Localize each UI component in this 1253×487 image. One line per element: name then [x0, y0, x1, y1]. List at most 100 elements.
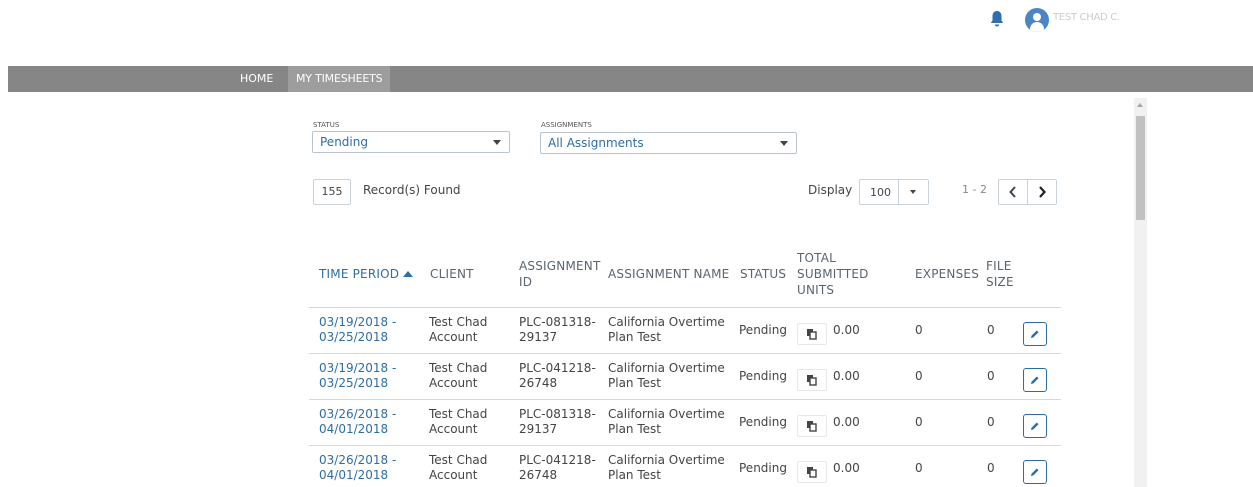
- client-line-2: Account: [429, 376, 478, 390]
- column-header-time-period[interactable]: TIME PERIOD: [319, 266, 414, 282]
- nav-home[interactable]: HOME: [240, 66, 273, 92]
- assignment-id-cell: PLC-041218- 26748: [519, 361, 596, 391]
- status-select[interactable]: Pending: [312, 131, 510, 153]
- bell-icon[interactable]: [989, 10, 1005, 28]
- assignment-name-cell: California Overtime Plan Test: [608, 407, 725, 437]
- main-nav: HOME MY TIMESHEETS: [8, 66, 1253, 92]
- status-select-value: Pending: [320, 135, 368, 149]
- edit-button[interactable]: [1023, 322, 1047, 346]
- period-start: 03/19/2018 -: [319, 315, 397, 329]
- assignment-id-line-1: PLC-041218-: [519, 361, 596, 375]
- chevron-left-icon: [1009, 186, 1016, 198]
- assignment-id-cell: PLC-041218- 26748: [519, 453, 596, 483]
- copy-units-button[interactable]: [797, 369, 827, 391]
- column-header-client[interactable]: CLIENT: [430, 266, 474, 282]
- assignment-name-line-1: California Overtime: [608, 315, 725, 329]
- expenses-cell: 0: [915, 323, 923, 337]
- table-row: 03/26/2018 -04/01/2018 Test Chad Account …: [309, 399, 1061, 445]
- period-end: 04/01/2018: [319, 468, 389, 482]
- file-size-cell: 0: [987, 369, 995, 383]
- time-period-link[interactable]: 03/19/2018 -03/25/2018: [319, 315, 396, 345]
- copy-units-button[interactable]: [797, 323, 827, 345]
- period-start: 03/19/2018 -: [319, 361, 397, 375]
- client-line-2: Account: [429, 468, 478, 482]
- column-header-time-period-label: TIME PERIOD: [319, 267, 400, 281]
- status-cell: Pending: [739, 369, 787, 383]
- client-line-1: Test Chad: [429, 315, 488, 329]
- table-row: 03/26/2018 -04/01/2018 Test Chad Account …: [309, 445, 1061, 487]
- assignment-id-line-1: PLC-081318-: [519, 315, 596, 329]
- assignment-id-cell: PLC-081318- 29137: [519, 315, 596, 345]
- column-header-assignment-id[interactable]: ASSIGNMENT ID: [519, 258, 601, 290]
- table-row: 03/19/2018 -03/25/2018 Test Chad Account …: [309, 353, 1061, 399]
- time-period-link[interactable]: 03/26/2018 -04/01/2018: [319, 407, 396, 437]
- assignment-name-line-2: Plan Test: [608, 422, 661, 436]
- pencil-icon: [1031, 422, 1039, 430]
- assignments-select[interactable]: All Assignments: [540, 132, 797, 154]
- nav-my-timesheets[interactable]: MY TIMESHEETS: [288, 66, 391, 92]
- period-start: 03/26/2018 -: [319, 407, 397, 421]
- assignment-id-line-1: PLC-081318-: [519, 407, 596, 421]
- top-header: TEST CHAD C.: [0, 0, 1253, 66]
- units-cell: 0.00: [833, 415, 860, 429]
- assignment-id-line-1: PLC-041218-: [519, 453, 596, 467]
- expenses-cell: 0: [915, 369, 923, 383]
- assignment-id-line-2: 29137: [519, 422, 558, 436]
- assignment-name-line-2: Plan Test: [608, 468, 661, 482]
- column-header-file-size[interactable]: FILE SIZE: [986, 258, 1022, 290]
- chevron-down-icon: [780, 141, 788, 146]
- column-header-total-submitted-units[interactable]: TOTAL SUBMITTED UNITS: [797, 250, 877, 298]
- pencil-icon: [1031, 468, 1039, 476]
- page-size-select[interactable]: 100: [859, 179, 929, 205]
- assignment-id-line-2: 29137: [519, 330, 558, 344]
- page-range: 1 - 2: [962, 183, 987, 196]
- scroll-up-icon[interactable]: [1137, 103, 1143, 107]
- assignment-id-line-2: 26748: [519, 468, 558, 482]
- records-found-label: Record(s) Found: [363, 183, 461, 197]
- edit-button[interactable]: [1023, 368, 1047, 392]
- assignments-select-value: All Assignments: [548, 136, 644, 150]
- copy-icon: [807, 329, 817, 340]
- column-header-expenses[interactable]: EXPENSES: [915, 266, 979, 282]
- next-page-button[interactable]: [1027, 179, 1057, 205]
- status-filter-label: STATUS: [313, 121, 340, 129]
- period-end: 03/25/2018: [319, 330, 389, 344]
- client-cell: Test Chad Account: [429, 315, 487, 345]
- pencil-icon: [1031, 376, 1039, 384]
- page-size-divider: [898, 180, 899, 204]
- copy-units-button[interactable]: [797, 461, 827, 483]
- chevron-down-icon: [493, 140, 501, 145]
- scrollbar-thumb[interactable]: [1136, 116, 1145, 220]
- time-period-link[interactable]: 03/26/2018 -04/01/2018: [319, 453, 396, 483]
- client-cell: Test Chad Account: [429, 361, 487, 391]
- file-size-cell: 0: [987, 415, 995, 429]
- previous-page-button[interactable]: [998, 179, 1028, 205]
- client-line-1: Test Chad: [429, 453, 488, 467]
- page-size-value: 100: [870, 186, 891, 199]
- assignment-name-cell: California Overtime Plan Test: [608, 315, 725, 345]
- user-avatar-icon[interactable]: [1025, 8, 1049, 32]
- units-cell: 0.00: [833, 461, 860, 475]
- column-header-status[interactable]: STATUS: [740, 266, 786, 282]
- period-end: 03/25/2018: [319, 376, 389, 390]
- copy-units-button[interactable]: [797, 415, 827, 437]
- column-header-assignment-name[interactable]: ASSIGNMENT NAME: [608, 266, 729, 282]
- vertical-scrollbar[interactable]: [1134, 98, 1147, 487]
- assignment-id-cell: PLC-081318- 29137: [519, 407, 596, 437]
- edit-button[interactable]: [1023, 414, 1047, 438]
- assignment-id-line-2: 26748: [519, 376, 558, 390]
- client-cell: Test Chad Account: [429, 453, 487, 483]
- assignment-name-cell: California Overtime Plan Test: [608, 453, 725, 483]
- time-period-link[interactable]: 03/19/2018 -03/25/2018: [319, 361, 396, 391]
- copy-icon: [807, 421, 817, 432]
- user-name[interactable]: TEST CHAD C.: [1053, 12, 1120, 23]
- client-line-2: Account: [429, 422, 478, 436]
- assignment-name-cell: California Overtime Plan Test: [608, 361, 725, 391]
- client-line-1: Test Chad: [429, 407, 488, 421]
- period-start: 03/26/2018 -: [319, 453, 397, 467]
- client-line-1: Test Chad: [429, 361, 488, 375]
- chevron-down-icon: [910, 190, 916, 194]
- assignments-filter-label: ASSIGNMENTS: [541, 121, 592, 129]
- edit-button[interactable]: [1023, 460, 1047, 484]
- avatar-shoulders: [1030, 22, 1044, 32]
